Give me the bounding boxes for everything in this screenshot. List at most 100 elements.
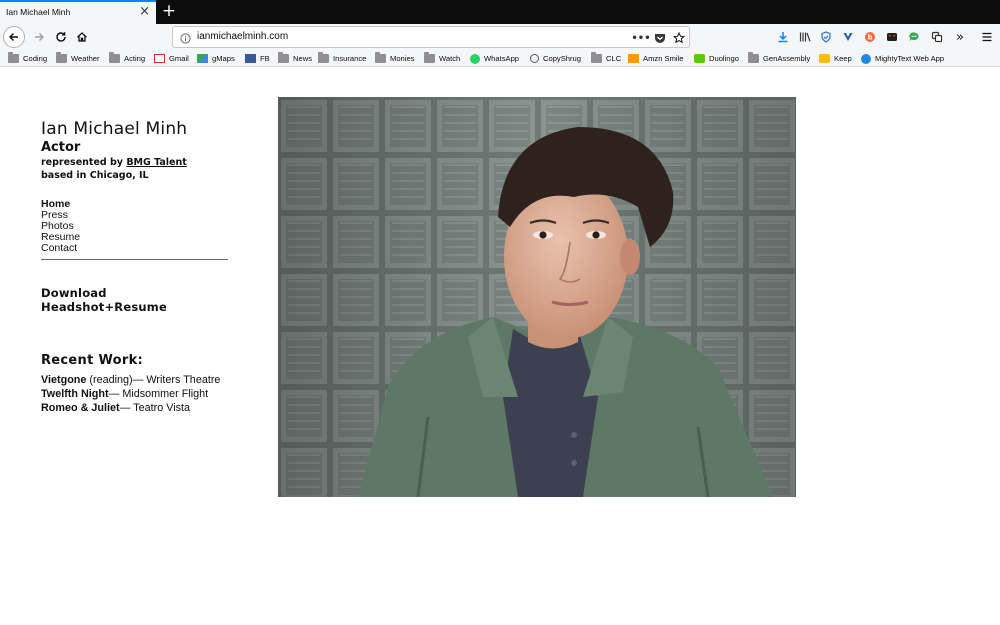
active-tab[interactable]: Ian Michael Minh × — [0, 0, 156, 24]
home-icon[interactable] — [71, 26, 93, 48]
bookmark-label: Gmail — [169, 54, 189, 63]
star-icon[interactable] — [671, 30, 687, 46]
bookmark-label: Insurance — [333, 54, 367, 63]
tab-title: Ian Michael Minh — [6, 7, 71, 17]
work-venue: — Teatro Vista — [119, 402, 191, 414]
bookmark-insurance[interactable]: Insurance — [318, 52, 366, 65]
divider — [41, 259, 228, 260]
bookmark-label: MightyText Web App — [875, 54, 945, 63]
work-venue: — Writers Theatre — [132, 374, 221, 386]
folder-icon — [56, 52, 67, 63]
bookmark-label: Watch — [439, 54, 461, 63]
overflow-icon[interactable]: » — [952, 29, 968, 45]
page-actions-icon[interactable]: ••• — [631, 30, 650, 46]
bookmark-clc[interactable]: CLC — [591, 52, 621, 65]
headshot-photo — [278, 97, 796, 497]
bookmark-keep[interactable]: Keep — [819, 52, 852, 65]
bookmark-genassembly[interactable]: GenAssembly — [748, 52, 810, 65]
bookmark-label: Coding — [23, 54, 48, 63]
new-tab-icon[interactable]: + — [160, 1, 178, 21]
duolingo-icon — [694, 54, 705, 63]
amazon-icon — [628, 54, 639, 63]
bookmark-label: Amzn Smile — [643, 54, 684, 63]
library-icon[interactable] — [797, 29, 813, 45]
bookmark-label: CLC — [606, 54, 622, 63]
bookmark-watch[interactable]: Watch — [424, 52, 460, 65]
maps-icon — [197, 54, 208, 63]
bookmark-weather[interactable]: Weather — [56, 52, 100, 65]
bookmark-whatsapp[interactable]: WhatsApp — [470, 52, 519, 65]
download-headshot-resume-link[interactable]: Download Headshot+Resume — [41, 286, 231, 314]
menu-icon[interactable] — [979, 29, 995, 45]
bookmark-mightytext-web-app[interactable]: MightyText Web App — [861, 52, 944, 65]
folder-icon — [591, 52, 602, 63]
extension-icon[interactable] — [929, 29, 945, 45]
role-heading: Actor — [41, 140, 81, 155]
bookmark-acting[interactable]: Acting — [109, 52, 145, 65]
chat-icon[interactable] — [906, 29, 922, 45]
folder-icon — [375, 52, 386, 63]
forward-arrow-icon[interactable] — [28, 26, 50, 48]
back-arrow-icon[interactable] — [3, 26, 25, 48]
representation-prefix: represented by — [41, 157, 127, 168]
extension-icon[interactable] — [884, 29, 900, 45]
location-line: based in Chicago, IL — [41, 170, 149, 181]
pocket-icon[interactable] — [652, 30, 668, 46]
work-show: Twelfth Night — [41, 388, 109, 400]
bookmark-label: gMaps — [212, 54, 235, 63]
whatsapp-icon — [470, 53, 480, 64]
keep-icon — [819, 54, 830, 63]
bookmark-fb[interactable]: FB — [245, 52, 270, 65]
work-item: Twelfth Night— Midsommer Flight — [41, 387, 231, 401]
bookmark-monies[interactable]: Monies — [375, 52, 414, 65]
bookmark-label: WhatsApp — [484, 54, 520, 63]
bookmark-coding[interactable]: Coding — [8, 52, 47, 65]
url-text: ianmichaelminh.com — [197, 31, 289, 42]
recent-work-list: Vietgone (reading)— Writers Theatre Twel… — [41, 373, 231, 415]
close-icon[interactable]: × — [139, 5, 150, 19]
work-item: Vietgone (reading)— Writers Theatre — [41, 373, 231, 387]
navigation-toolbar: ianmichaelminh.com ••• b » — [0, 24, 1000, 50]
bookmark-label: Monies — [390, 54, 415, 63]
gmail-icon — [154, 54, 165, 63]
bookmarks-toolbar: Coding Weather Acting Gmail gMaps FB News Insur… — [0, 50, 1000, 67]
info-icon[interactable] — [177, 30, 193, 46]
bookmark-label: Duolingo — [709, 54, 739, 63]
bookmark-label: CopyShrug — [543, 54, 581, 63]
bookmark-label: Keep — [834, 54, 852, 63]
bookmark-gmaps[interactable]: gMaps — [197, 52, 235, 65]
download-icon[interactable] — [775, 29, 791, 45]
shrug-icon — [530, 54, 539, 63]
mightytext-icon — [861, 53, 871, 64]
tab-strip: Ian Michael Minh × + — [0, 0, 1000, 24]
bookmark-label: GenAssembly — [763, 54, 811, 63]
address-bar[interactable]: ianmichaelminh.com ••• — [172, 26, 690, 48]
bookmark-amzn-smile[interactable]: Amzn Smile — [628, 52, 684, 65]
bookmark-duolingo[interactable]: Duolingo — [694, 52, 739, 65]
svg-text:b: b — [868, 34, 873, 42]
facebook-icon — [245, 54, 256, 63]
nav-home[interactable]: Home — [41, 199, 231, 210]
reload-icon[interactable] — [50, 26, 72, 48]
work-show: Vietgone — [41, 374, 87, 386]
bookmark-label: FB — [260, 54, 270, 63]
vpn-icon[interactable] — [840, 29, 856, 45]
work-item: Romeo & Juliet— Teatro Vista — [41, 401, 231, 415]
extension-icon[interactable]: b — [862, 29, 878, 45]
folder-icon — [8, 52, 19, 63]
bookmark-copyshrug[interactable]: CopyShrug — [530, 52, 581, 65]
bookmark-news[interactable]: News — [278, 52, 312, 65]
folder-icon — [424, 52, 435, 63]
folder-icon — [748, 52, 759, 63]
recent-work-heading: Recent Work: — [41, 353, 144, 368]
bookmark-label: News — [293, 54, 312, 63]
shield-icon[interactable] — [818, 29, 834, 45]
site-nav: Home Press Photos Resume Contact — [41, 199, 231, 254]
agency-link[interactable]: BMG Talent — [126, 157, 186, 168]
folder-icon — [318, 52, 329, 63]
representation-line: represented by BMG Talent — [41, 157, 231, 169]
bookmark-gmail[interactable]: Gmail — [154, 52, 189, 65]
work-show: Romeo & Juliet — [41, 402, 120, 414]
nav-contact[interactable]: Contact — [41, 243, 231, 254]
bookmark-label: Weather — [71, 54, 100, 63]
